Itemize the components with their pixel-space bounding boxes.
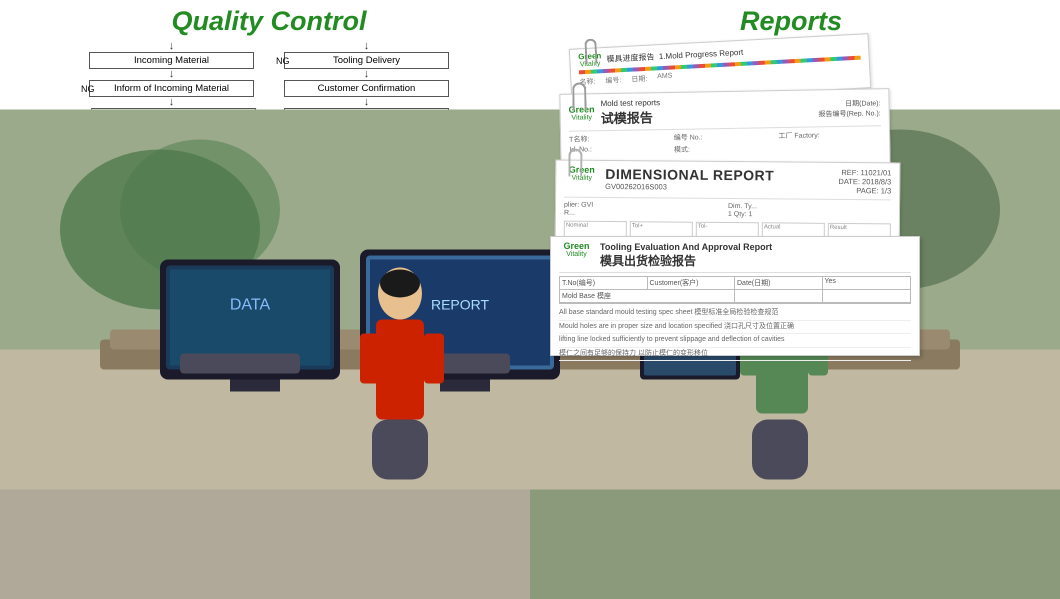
bottom-section: CMM <box>0 409 1060 599</box>
office-scene-svg: DATA REPORT <box>530 409 1060 599</box>
card3-title: DIMENSIONAL REPORT <box>605 166 832 184</box>
card2-title-zh: 试模报告 <box>601 107 661 127</box>
main-container: Quality Control ↓ Incoming Material ↓ NG… <box>0 0 1060 599</box>
photo-right: DATA REPORT <box>530 409 1060 599</box>
card4-title-en: Tooling Evaluation And Approval Report <box>600 242 772 252</box>
card4-title-zh: 模具出货检验报告 <box>600 252 772 269</box>
report-card-4: Green Vitality Tooling Evaluation And Ap… <box>550 236 920 356</box>
